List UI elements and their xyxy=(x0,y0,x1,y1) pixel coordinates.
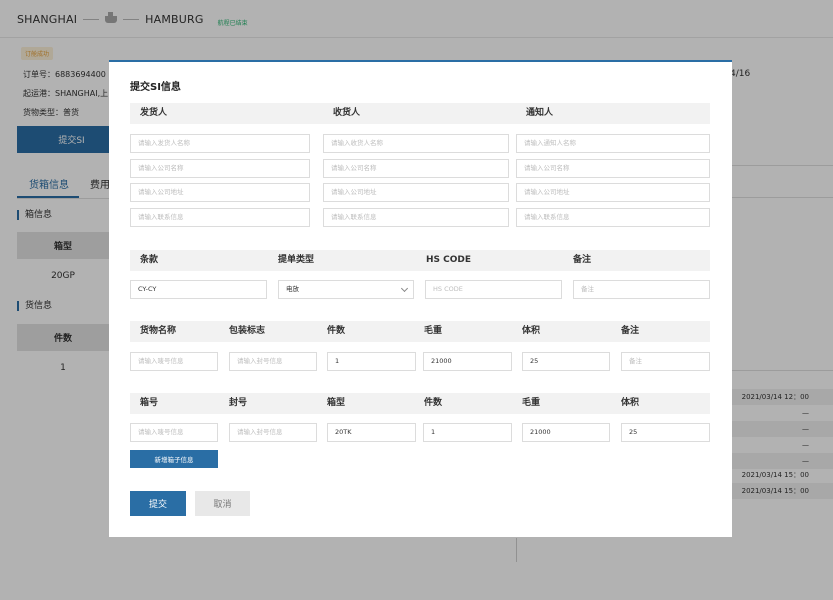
dialog-title: 提交SI信息 xyxy=(130,82,181,93)
shipper-name-input[interactable]: 请输入发货人名称 xyxy=(130,134,310,153)
packing-mark-input[interactable]: 请输入封号信息 xyxy=(229,352,317,371)
container-weight-input[interactable]: 21000 xyxy=(522,423,610,442)
goods-pieces-label: 件数 xyxy=(327,326,346,336)
terms-header: 条款 提单类型 HS CODE 备注 xyxy=(130,250,710,271)
goods-volume-input[interactable]: 25 xyxy=(522,352,610,371)
terms-input[interactable]: CY-CY xyxy=(130,280,267,299)
container-pieces-label: 件数 xyxy=(424,398,443,408)
shipper-contact-input[interactable]: 请输入联系信息 xyxy=(130,208,310,227)
goods-remarks-label: 备注 xyxy=(621,326,640,336)
notify-address-input[interactable]: 请输入公司地址 xyxy=(516,183,710,202)
shipper-company-input[interactable]: 请输入公司名称 xyxy=(130,159,310,178)
notify-company-input[interactable]: 请输入公司名称 xyxy=(516,159,710,178)
cancel-button[interactable]: 取消 xyxy=(195,491,250,516)
container-volume-label: 体积 xyxy=(621,398,640,408)
consignee-contact-input[interactable]: 请输入联系信息 xyxy=(323,208,509,227)
goods-volume-label: 体积 xyxy=(522,326,541,336)
consignee-name-input[interactable]: 请输入收货人名称 xyxy=(323,134,509,153)
bl-type-select[interactable]: 电放 xyxy=(278,280,414,299)
add-container-button[interactable]: 新增箱子信息 xyxy=(130,450,218,468)
container-weight-label: 毛重 xyxy=(522,398,541,408)
shipper-address-input[interactable]: 请输入公司地址 xyxy=(130,183,310,202)
goods-weight-label: 毛重 xyxy=(424,326,443,336)
goods-name-input[interactable]: 请输入唛号信息 xyxy=(130,352,218,371)
seal-no-input[interactable]: 请输入封号信息 xyxy=(229,423,317,442)
goods-remarks-input[interactable]: 备注 xyxy=(621,352,710,371)
consignee-company-input[interactable]: 请输入公司名称 xyxy=(323,159,509,178)
containers-header: 箱号 封号 箱型 件数 毛重 体积 xyxy=(130,393,710,414)
consignee-address-input[interactable]: 请输入公司地址 xyxy=(323,183,509,202)
goods-pieces-input[interactable]: 1 xyxy=(327,352,416,371)
consignee-label: 收货人 xyxy=(333,108,361,118)
hs-code-label: HS CODE xyxy=(426,255,472,265)
goods-header: 货物名称 包装标志 件数 毛重 体积 备注 xyxy=(130,321,710,342)
container-no-input[interactable]: 请输入唛号信息 xyxy=(130,423,218,442)
terms-remarks-input[interactable]: 备注 xyxy=(573,280,710,299)
container-type-label: 箱型 xyxy=(327,398,346,408)
seal-no-label: 封号 xyxy=(229,398,248,408)
notify-party-label: 通知人 xyxy=(526,108,554,118)
notify-contact-input[interactable]: 请输入联系信息 xyxy=(516,208,710,227)
hs-code-input[interactable]: HS CODE xyxy=(425,280,562,299)
remarks-label: 备注 xyxy=(573,255,592,265)
submit-button[interactable]: 提交 xyxy=(130,491,186,516)
goods-weight-input[interactable]: 21000 xyxy=(423,352,512,371)
parties-header: 发货人 收货人 通知人 xyxy=(130,103,710,124)
notify-name-input[interactable]: 请输入通知人名称 xyxy=(516,134,710,153)
packing-mark-label: 包装标志 xyxy=(229,326,266,336)
submit-si-dialog: 提交SI信息 发货人 收货人 通知人 请输入发货人名称 请输入收货人名称 请输入… xyxy=(109,60,732,537)
shipper-label: 发货人 xyxy=(140,108,168,118)
container-type-input[interactable]: 20TK xyxy=(327,423,416,442)
container-no-label: 箱号 xyxy=(140,398,159,408)
goods-name-label: 货物名称 xyxy=(140,326,177,336)
container-volume-input[interactable]: 25 xyxy=(621,423,710,442)
container-pieces-input[interactable]: 1 xyxy=(423,423,512,442)
terms-label: 条款 xyxy=(140,255,159,265)
bl-type-label: 提单类型 xyxy=(278,255,315,265)
